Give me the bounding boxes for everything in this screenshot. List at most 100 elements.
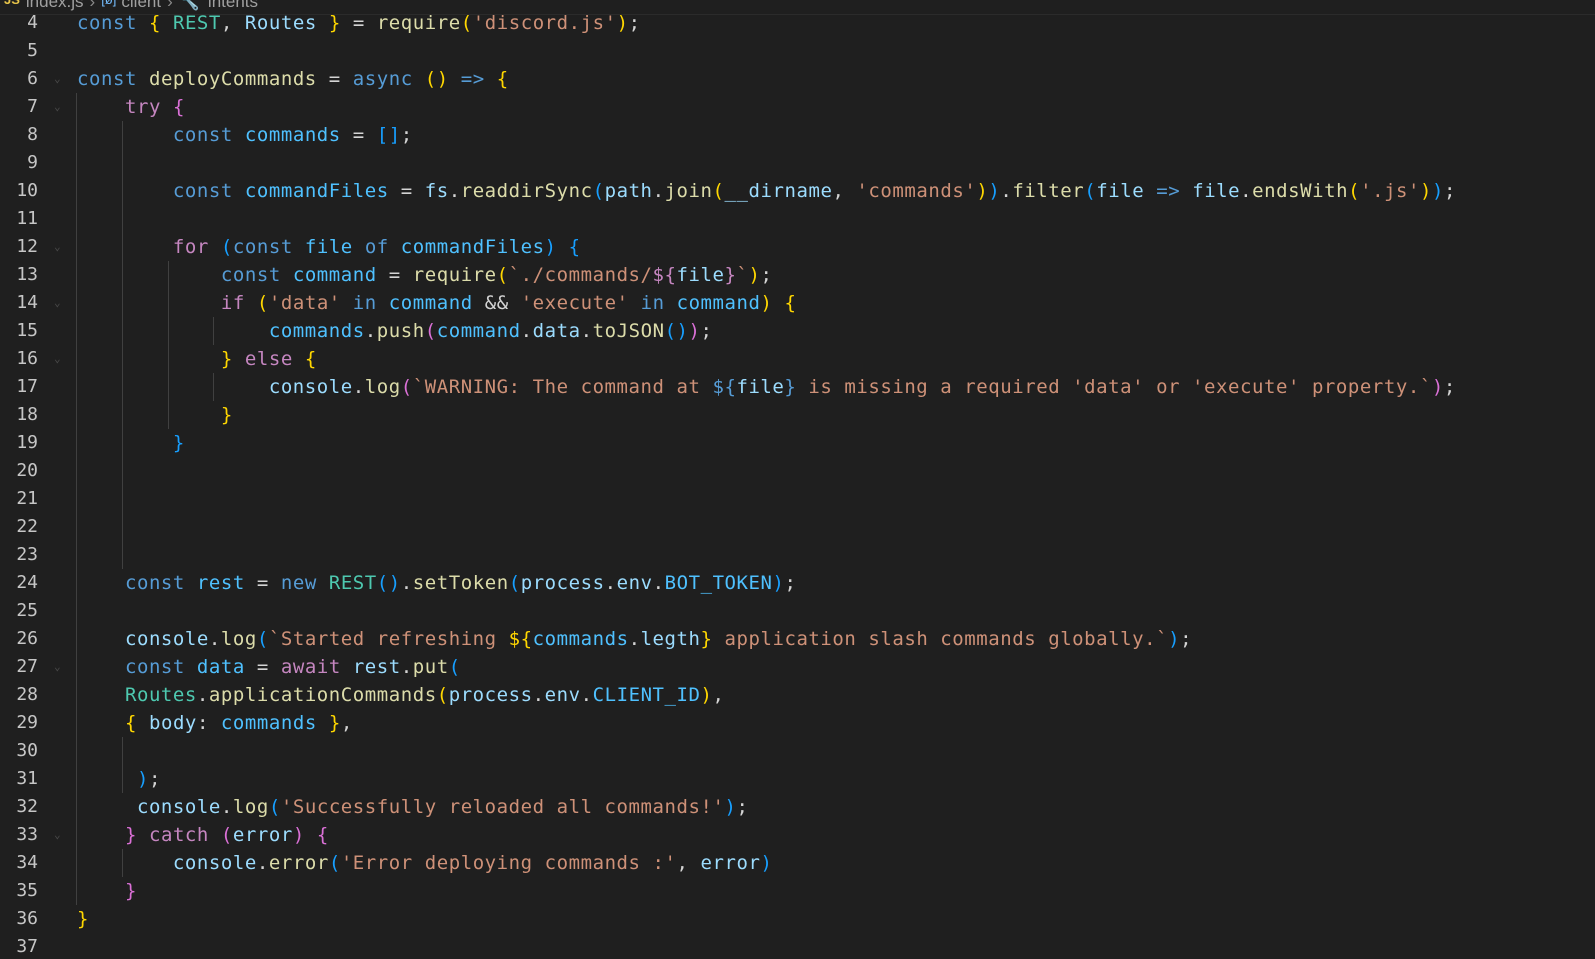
line-number: 24 — [16, 572, 38, 593]
code-editor[interactable]: JSindex.js›[ø]client›🔧intents 4const { R… — [0, 0, 1595, 959]
code-line[interactable]: 37 — [0, 933, 1595, 959]
code-token: `Started refreshing — [268, 628, 509, 650]
code-line[interactable]: 19 } — [0, 429, 1595, 457]
code-line[interactable]: 35 } — [0, 877, 1595, 905]
breadcrumb-property[interactable]: intents — [208, 0, 258, 12]
code-token: { — [172, 96, 185, 118]
code-token: ) — [136, 768, 149, 790]
code-token: command — [676, 292, 761, 314]
code-token: deployCommands — [148, 68, 317, 90]
code-line[interactable]: 25 — [0, 597, 1595, 625]
fold-chevron-icon[interactable]: ⌄ — [54, 233, 61, 261]
code-line[interactable]: 26 console.log(`Started refreshing ${com… — [0, 625, 1595, 653]
code-token: ( — [256, 292, 269, 314]
line-number: 18 — [16, 404, 38, 425]
code-token: { — [124, 712, 137, 734]
code-line[interactable]: 11 — [0, 205, 1595, 233]
code-line[interactable]: 5 — [0, 37, 1595, 65]
code-token: ) — [772, 572, 785, 594]
code-token: . — [220, 796, 233, 818]
code-line[interactable]: 29 { body: commands }, — [0, 709, 1595, 737]
fold-chevron-icon[interactable]: ⌄ — [54, 93, 61, 121]
code-token: ; — [784, 572, 797, 594]
breadcrumb: JS index.js › [ø] client › 🔧 intents — [0, 0, 1595, 15]
code-token: console — [172, 852, 257, 874]
code-line[interactable]: 14 ⌄ if ('data' in command && 'execute' i… — [0, 289, 1595, 317]
code-line[interactable]: 6 ⌄ const deployCommands = async () => { — [0, 65, 1595, 93]
fold-chevron-icon[interactable]: ⌄ — [54, 289, 61, 317]
code-line[interactable]: 31 ); — [0, 765, 1595, 793]
code-line[interactable]: 18 } — [0, 401, 1595, 429]
code-token: ( — [1084, 180, 1097, 202]
code-token: else — [244, 348, 293, 370]
line-number: 27 — [16, 656, 38, 677]
code-token: const — [220, 264, 281, 286]
code-text: const commands = []; — [77, 121, 413, 149]
code-line[interactable]: 10 const commandFiles = fs.readdirSync(p… — [0, 177, 1595, 205]
code-token: await — [280, 656, 341, 678]
code-token: new — [280, 572, 317, 594]
code-line[interactable]: 22 — [0, 513, 1595, 541]
fold-chevron-icon[interactable]: ⌄ — [54, 653, 61, 681]
code-line[interactable]: 32 console.log('Successfully reloaded al… — [0, 793, 1595, 821]
code-text: } — [77, 429, 185, 457]
code-text: console.log(`Started refreshing ${comman… — [77, 625, 1192, 653]
code-token: in — [640, 292, 665, 314]
code-token: } — [328, 712, 341, 734]
code-text: commands.push(command.data.toJSON()); — [77, 317, 713, 345]
code-line[interactable]: 34 console.error('Error deploying comman… — [0, 849, 1595, 877]
code-line[interactable]: 30 — [0, 737, 1595, 765]
chevron-right-icon: › — [89, 0, 96, 11]
code-token: data — [196, 656, 245, 678]
code-line[interactable]: 15 commands.push(command.data.toJSON()); — [0, 317, 1595, 345]
line-number: 5 — [27, 40, 38, 61]
line-number: 19 — [16, 432, 38, 453]
breadcrumb-file[interactable]: index.js — [26, 0, 84, 12]
code-line[interactable]: 20 — [0, 457, 1595, 485]
code-line[interactable]: 8 const commands = []; — [0, 121, 1595, 149]
code-text: if ('data' in command && 'execute' in co… — [77, 289, 797, 317]
code-token: legth — [640, 628, 701, 650]
code-line[interactable]: 21 — [0, 485, 1595, 513]
code-line[interactable]: 16 ⌄ } else { — [0, 345, 1595, 373]
fold-chevron-icon[interactable]: ⌄ — [54, 65, 61, 93]
code-line[interactable]: 33 ⌄ } catch (error) { — [0, 821, 1595, 849]
line-number: 37 — [16, 936, 38, 957]
code-line[interactable]: 13 const command = require(`./commands/$… — [0, 261, 1595, 289]
code-line[interactable]: 9 — [0, 149, 1595, 177]
breadcrumb-symbol[interactable]: client — [121, 0, 161, 12]
code-token: ; — [400, 124, 413, 146]
code-token: = — [388, 180, 425, 202]
code-token: process — [520, 572, 605, 594]
code-token: file — [1096, 180, 1145, 202]
code-line[interactable]: 24 const rest = new REST().setToken(proc… — [0, 569, 1595, 597]
line-number: 28 — [16, 684, 38, 705]
code-text: } — [77, 905, 89, 933]
code-token: 'discord.js' — [472, 12, 617, 34]
line-number: 26 — [16, 628, 38, 649]
code-line[interactable]: 17 console.log(`WARNING: The command at … — [0, 373, 1595, 401]
fold-chevron-icon[interactable]: ⌄ — [54, 345, 61, 373]
fold-chevron-icon[interactable]: ⌄ — [54, 821, 61, 849]
code-token: = — [340, 12, 377, 34]
code-line[interactable]: 28 Routes.applicationCommands(process.en… — [0, 681, 1595, 709]
code-line[interactable]: 36} — [0, 905, 1595, 933]
code-line[interactable]: 7 ⌄ try { — [0, 93, 1595, 121]
line-number: 14 — [16, 292, 38, 313]
code-token: { — [784, 292, 797, 314]
code-line[interactable]: 23 — [0, 541, 1595, 569]
code-line[interactable]: 12 ⌄ for (const file of commandFiles) { — [0, 233, 1595, 261]
code-text: const rest = new REST().setToken(process… — [77, 569, 797, 597]
code-line[interactable]: 27 ⌄ const data = await rest.put( — [0, 653, 1595, 681]
